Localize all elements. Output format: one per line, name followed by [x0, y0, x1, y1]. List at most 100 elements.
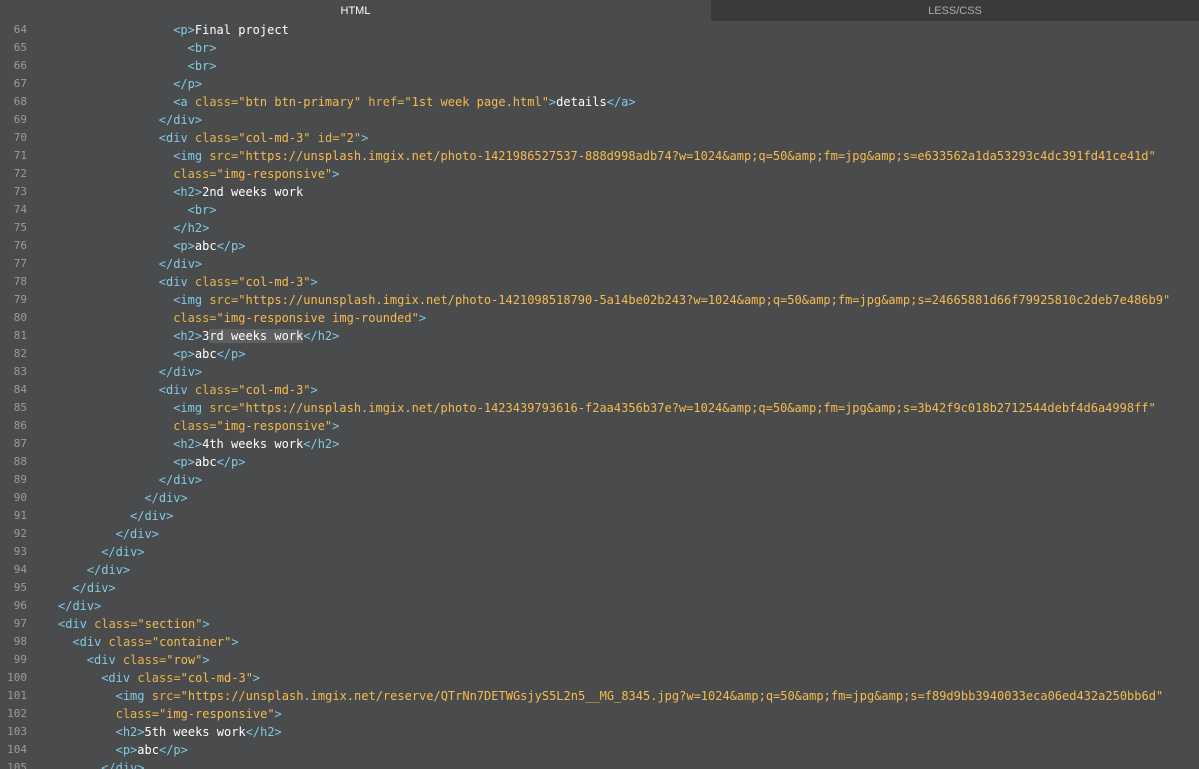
code-line[interactable]: 79 <img src="https://ununsplash.imgix.net…: [0, 291, 1199, 309]
code-line[interactable]: 86 class="img-responsive">: [0, 417, 1199, 435]
code-line[interactable]: 68 <a class="btn btn-primary" href="1st w…: [0, 93, 1199, 111]
code-line[interactable]: 88 <p>abc</p>: [0, 453, 1199, 471]
code-token: </div>: [158, 257, 203, 271]
code-line[interactable]: 103 <h2>5th weeks work</h2>: [0, 723, 1199, 741]
code-line[interactable]: 102 class="img-responsive">: [0, 705, 1199, 723]
code-token: <h2>: [173, 185, 203, 199]
code-token: <div: [86, 653, 123, 667]
code-line[interactable]: 100 <div class="col-md-3">: [0, 669, 1199, 687]
code-line[interactable]: 75 </h2>: [0, 219, 1199, 237]
code-text: <div class="container">: [72, 633, 238, 651]
code-text: </div>: [130, 507, 173, 525]
code-line[interactable]: 76 <p>abc</p>: [0, 237, 1199, 255]
code-line[interactable]: 92 </div>: [0, 525, 1199, 543]
code-line[interactable]: 101 <img src="https://unsplash.imgix.net/…: [0, 687, 1199, 705]
line-number: 69: [13, 113, 27, 126]
code-token: Final project: [194, 23, 289, 37]
code-line[interactable]: 82 <p>abc</p>: [0, 345, 1199, 363]
code-line[interactable]: 65 <br>: [0, 39, 1199, 57]
code-line[interactable]: 81 <h2>3rd weeks work</h2>: [0, 327, 1199, 345]
code-text: <p>abc</p>: [116, 741, 188, 759]
code-token: <div: [158, 131, 195, 145]
code-token: </p>: [173, 77, 203, 91]
code-text: <br>: [188, 201, 217, 219]
code-token: "container": [151, 635, 232, 649]
code-text: </p>: [173, 75, 202, 93]
code-token: >: [332, 167, 340, 181]
code-token: <p>: [173, 23, 195, 37]
code-token: <img: [173, 401, 210, 415]
line-number: 74: [13, 203, 27, 216]
code-line[interactable]: 90 </div>: [0, 489, 1199, 507]
code-line[interactable]: 72 class="img-responsive">: [0, 165, 1199, 183]
code-token: <div: [158, 383, 195, 397]
line-number: 97: [13, 617, 27, 630]
code-text: <br>: [188, 57, 217, 75]
code-text: <p>abc</p>: [173, 453, 245, 471]
code-token: class=: [173, 311, 217, 325]
code-line[interactable]: 98 <div class="container">: [0, 633, 1199, 651]
code-line[interactable]: 69 </div>: [0, 111, 1199, 129]
code-line[interactable]: 78 <div class="col-md-3">: [0, 273, 1199, 291]
code-token: "img-responsive": [158, 707, 275, 721]
code-editor[interactable]: 64 <p>Final project 65 <br> 66 <br> 67 </p> 68 <a…: [0, 21, 1199, 769]
code-line[interactable]: 87 <h2>4th weeks work</h2>: [0, 435, 1199, 453]
code-line[interactable]: 67 </p>: [0, 75, 1199, 93]
code-line[interactable]: 105 </div>: [0, 759, 1199, 769]
code-line[interactable]: 64 <p>Final project: [0, 21, 1199, 39]
code-text: <div class="row">: [87, 651, 210, 669]
code-line[interactable]: 104 <p>abc</p>: [0, 741, 1199, 759]
line-number: 91: [13, 509, 27, 522]
code-line[interactable]: 99 <div class="row">: [0, 651, 1199, 669]
code-text: <img src="https://ununsplash.imgix.net/p…: [173, 291, 1170, 309]
code-token: <br>: [187, 59, 217, 73]
line-number: 88: [13, 455, 27, 468]
line-number: 96: [13, 599, 27, 612]
code-line[interactable]: 74 <br>: [0, 201, 1199, 219]
code-line[interactable]: 83 </div>: [0, 363, 1199, 381]
code-token: <img: [173, 293, 210, 307]
code-text: </h2>: [173, 219, 209, 237]
line-number: 85: [13, 401, 27, 414]
code-text: <h2>2nd weeks work: [173, 183, 303, 201]
code-token: "1st week page.html": [404, 95, 549, 109]
code-line[interactable]: 97 <div class="section">: [0, 615, 1199, 633]
code-line[interactable]: 95 </div>: [0, 579, 1199, 597]
line-number: 73: [13, 185, 27, 198]
tab-html[interactable]: HTML: [0, 0, 711, 21]
code-line[interactable]: 93 </div>: [0, 543, 1199, 561]
code-token: src=: [209, 401, 239, 415]
code-token: </div>: [158, 473, 203, 487]
code-token: </div>: [115, 527, 159, 541]
code-token: class=: [194, 131, 239, 145]
code-token: <a: [173, 95, 195, 109]
code-text: </div>: [159, 255, 202, 273]
code-token: "img-responsive": [216, 419, 333, 433]
code-token: >: [202, 617, 210, 631]
code-line[interactable]: 96 </div>: [0, 597, 1199, 615]
line-number: 104: [7, 743, 27, 756]
code-line[interactable]: 71 <img src="https://unsplash.imgix.net/p…: [0, 147, 1199, 165]
code-line[interactable]: 77 </div>: [0, 255, 1199, 273]
code-line[interactable]: 73 <h2>2nd weeks work: [0, 183, 1199, 201]
code-line[interactable]: 91 </div>: [0, 507, 1199, 525]
code-line[interactable]: 70 <div class="col-md-3" id="2">: [0, 129, 1199, 147]
line-number: 100: [7, 671, 27, 684]
line-number: 83: [13, 365, 27, 378]
line-number: 71: [13, 149, 27, 162]
line-number: 103: [7, 725, 27, 738]
code-line[interactable]: 84 <div class="col-md-3">: [0, 381, 1199, 399]
code-token: >: [332, 419, 340, 433]
code-line[interactable]: 85 <img src="https://unsplash.imgix.net/p…: [0, 399, 1199, 417]
code-token: <img: [173, 149, 210, 163]
code-token: </h2>: [245, 725, 282, 739]
code-line[interactable]: 66 <br>: [0, 57, 1199, 75]
code-token: </div>: [58, 599, 102, 613]
code-line[interactable]: 80 class="img-responsive img-rounded">: [0, 309, 1199, 327]
code-line[interactable]: 89 </div>: [0, 471, 1199, 489]
code-line[interactable]: 94 </div>: [0, 561, 1199, 579]
code-token: abc: [194, 455, 217, 469]
tab-less-css[interactable]: LESS/CSS: [711, 0, 1199, 21]
editor-tab-bar: HTML LESS/CSS: [0, 0, 1199, 21]
line-number: 72: [13, 167, 27, 180]
